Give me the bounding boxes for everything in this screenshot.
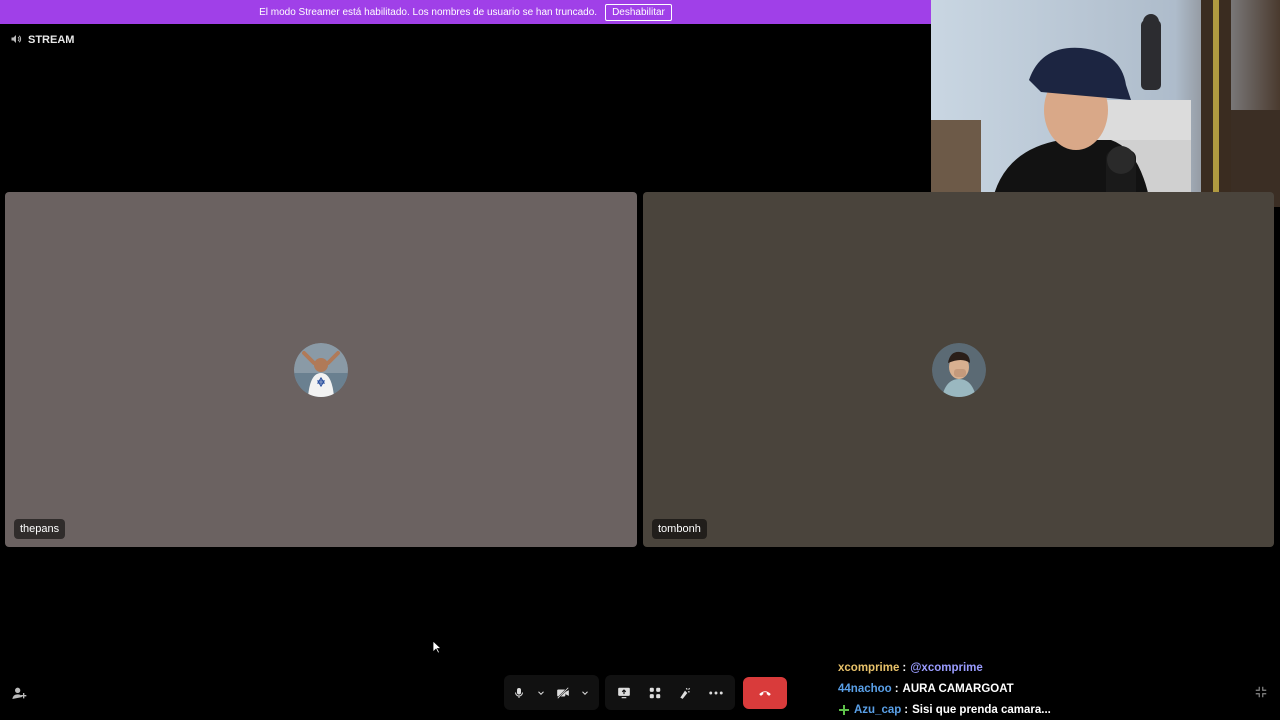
chat-separator: :: [904, 703, 909, 716]
mouse-cursor-icon: [432, 640, 443, 654]
channel-name: STREAM: [28, 34, 75, 46]
banner-message: El modo Streamer está habilitado. Los no…: [259, 6, 598, 18]
chevron-down-icon[interactable]: [576, 679, 594, 707]
chat-username: Azu_cap: [854, 703, 902, 716]
invite-people-icon[interactable]: [11, 685, 27, 701]
chat-username: 44nachoo: [838, 682, 892, 695]
participant-avatar: [931, 343, 986, 397]
participant-name-tag: thepans: [14, 519, 66, 539]
streamer-webcam: [931, 0, 1280, 207]
media-controls: [504, 675, 599, 710]
chat-overlay: xcomprime : @xcomprime 44nachoo : AURA C…: [838, 657, 1078, 720]
more-icon[interactable]: [707, 679, 725, 707]
participant-tile[interactable]: tombonh: [643, 192, 1274, 547]
speaker-icon: [10, 33, 22, 48]
camera-off-icon[interactable]: [554, 679, 572, 707]
plus-badge-icon: [838, 704, 850, 716]
participant-avatar: [294, 343, 348, 397]
exit-fullscreen-icon[interactable]: [1254, 685, 1268, 699]
chat-message: xcomprime : @xcomprime: [838, 657, 1078, 678]
activities-icon[interactable]: [646, 679, 664, 707]
streamer-mode-banner: El modo Streamer está habilitado. Los no…: [0, 0, 931, 24]
soundboard-icon[interactable]: [676, 679, 694, 707]
microphone-icon[interactable]: [510, 679, 528, 707]
disable-streamer-mode-button[interactable]: Deshabilitar: [605, 3, 672, 21]
chat-text: AURA CAMARGOAT: [902, 682, 1014, 695]
channel-header: STREAM: [10, 32, 74, 48]
chat-separator: :: [894, 682, 899, 695]
chat-text: Sisi que prenda camara...: [912, 703, 1051, 716]
chat-username: xcomprime: [838, 661, 900, 674]
screen-share-icon[interactable]: [615, 679, 633, 707]
hang-up-button[interactable]: [743, 677, 787, 709]
chat-message: 44nachoo : AURA CAMARGOAT: [838, 678, 1078, 699]
hang-up-icon: [758, 684, 772, 702]
chevron-down-icon[interactable]: [532, 679, 550, 707]
participant-name-tag: tombonh: [652, 519, 707, 539]
chat-message: Azu_cap : Sisi que prenda camara...: [838, 699, 1078, 720]
participant-tile[interactable]: thepans: [5, 192, 637, 547]
activity-controls: [605, 675, 735, 710]
chat-text: @xcomprime: [910, 661, 983, 674]
chat-separator: :: [902, 661, 907, 674]
